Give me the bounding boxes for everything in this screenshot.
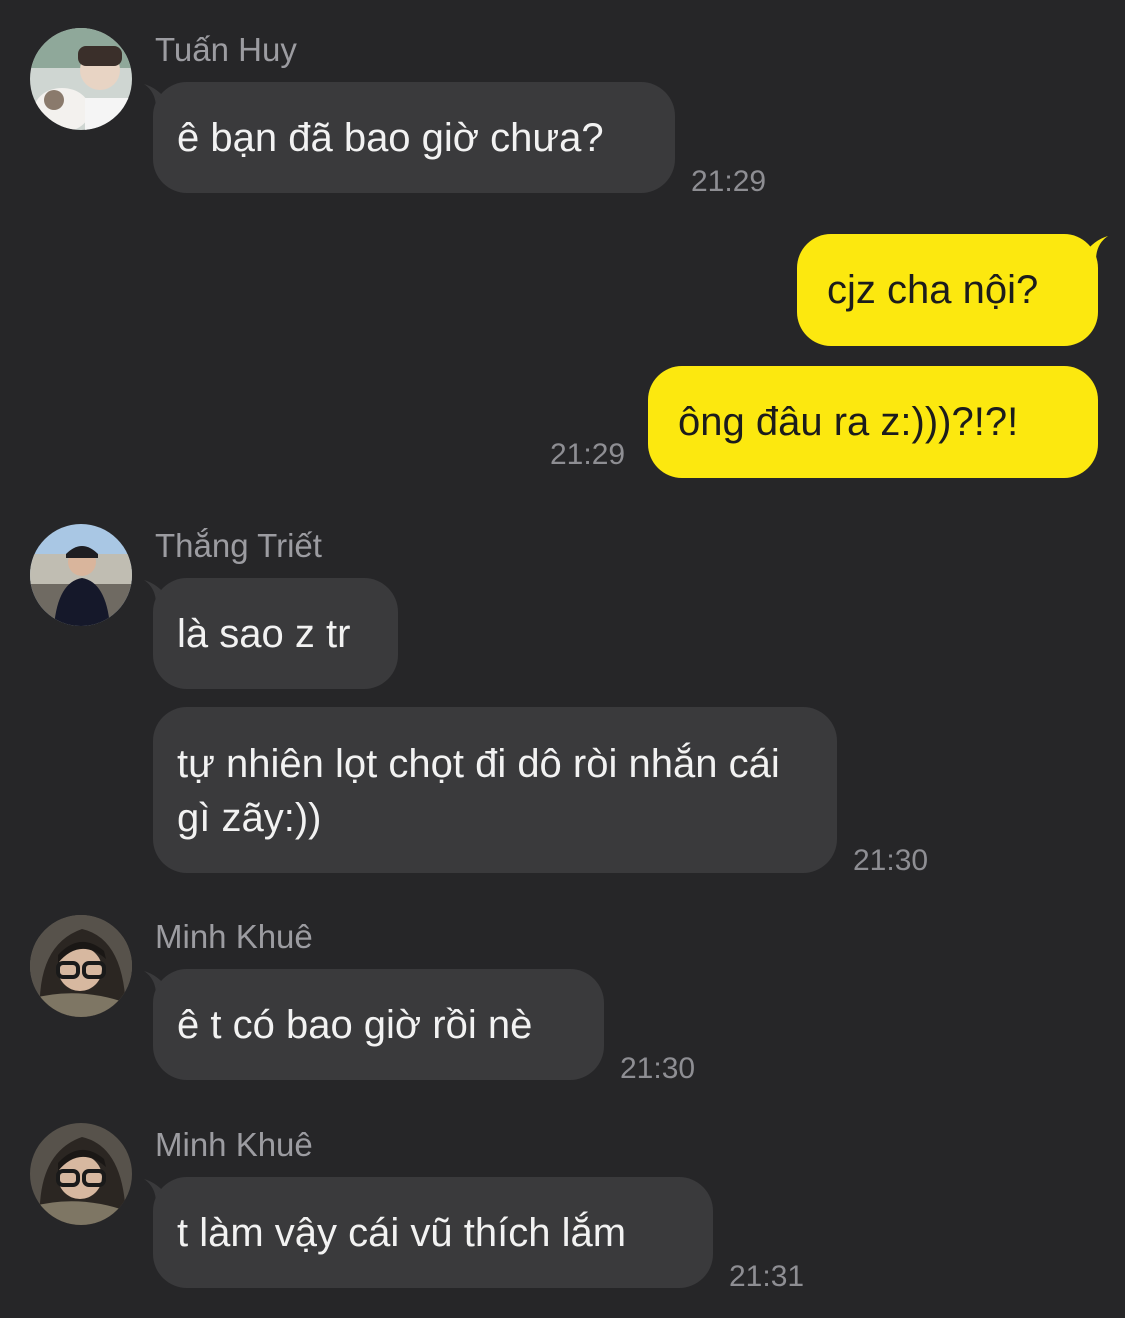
timestamp: 21:29: [691, 165, 767, 198]
message-bubble-outgoing[interactable]: cjz cha nội?: [797, 234, 1098, 346]
message-bubble[interactable]: là sao z tr: [153, 578, 398, 689]
user-avatar-icon: [30, 28, 132, 130]
message-bubble[interactable]: ê bạn đã bao giờ chưa?: [153, 82, 675, 193]
timestamp: 21:31: [729, 1260, 805, 1293]
timestamp: 21:29: [550, 438, 626, 471]
message-text: ê t có bao giờ rồi nè: [177, 1002, 533, 1047]
avatar[interactable]: [30, 28, 132, 130]
timestamp: 21:30: [853, 844, 929, 877]
avatar[interactable]: [30, 915, 132, 1017]
sender-name: Minh Khuê: [155, 1126, 313, 1163]
sender-name: Minh Khuê: [155, 918, 313, 955]
message-text: t làm vậy cái vũ thích lắm: [177, 1210, 627, 1255]
timestamp: 21:30: [620, 1052, 696, 1085]
user-avatar-icon: [30, 915, 132, 1017]
message-bubble[interactable]: t làm vậy cái vũ thích lắm: [153, 1177, 713, 1288]
message-text: ông đâu ra z:)))?!?!: [678, 400, 1019, 444]
avatar[interactable]: [30, 524, 132, 626]
user-avatar-icon: [30, 524, 132, 626]
message-text: tự nhiên lọt chọt đi dô ròi nhắn cái gì …: [177, 742, 780, 840]
avatar[interactable]: [30, 1123, 132, 1225]
sender-name: Tuấn Huy: [155, 31, 297, 68]
message-text: cjz cha nội?: [827, 268, 1039, 312]
sender-name: Thắng Triết: [155, 527, 322, 564]
message-bubble[interactable]: ê t có bao giờ rồi nè: [153, 969, 604, 1080]
message-bubble[interactable]: tự nhiên lọt chọt đi dô ròi nhắn cái gì …: [153, 707, 837, 873]
message-text: là sao z tr: [177, 611, 351, 656]
message-text: ê bạn đã bao giờ chưa?: [177, 115, 604, 160]
user-avatar-icon: [30, 1123, 132, 1225]
message-bubble-outgoing[interactable]: ông đâu ra z:)))?!?!: [648, 366, 1098, 478]
